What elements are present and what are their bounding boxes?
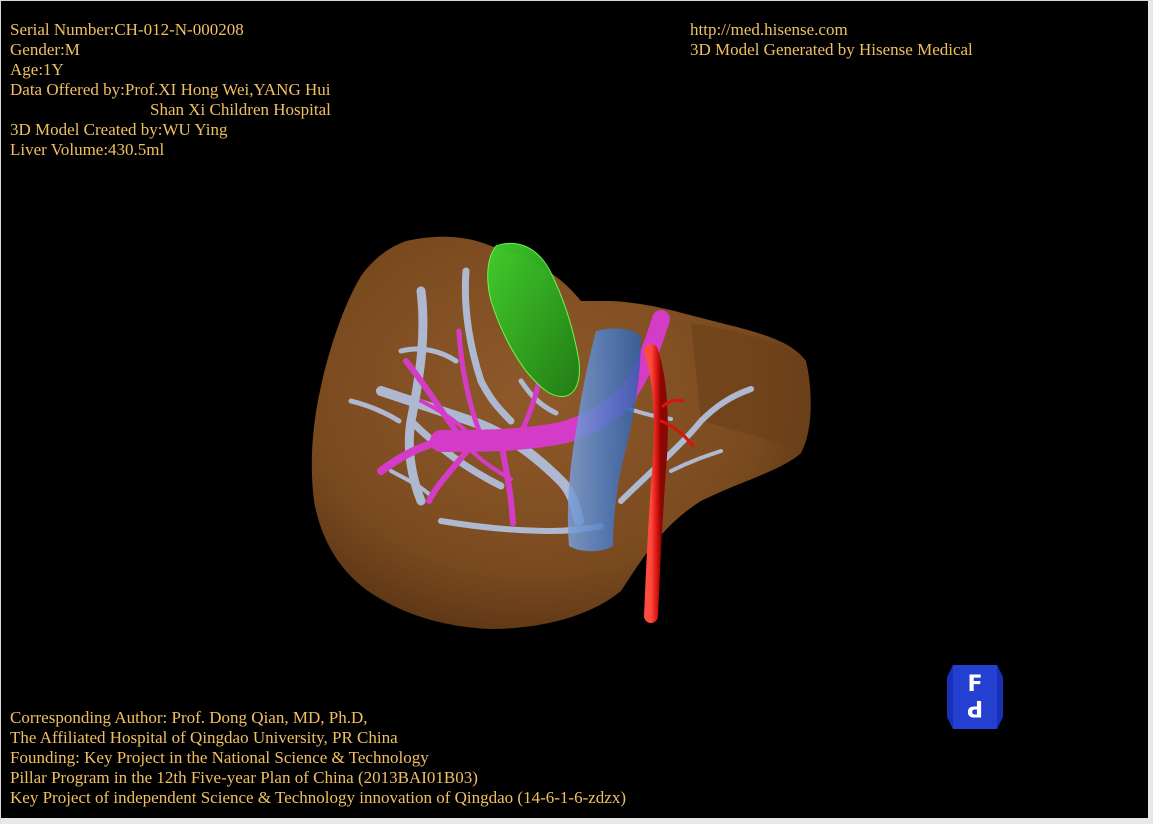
age: Age:1Y bbox=[10, 60, 64, 79]
model-created-by: 3D Model Created by:WU Ying bbox=[10, 120, 228, 139]
serial-number: Serial Number:CH-012-N-000208 bbox=[10, 20, 244, 39]
credits-block: Corresponding Author: Prof. Dong Qian, M… bbox=[10, 708, 626, 808]
patient-info-block: Serial Number:CH-012-N-000208 Gender:M A… bbox=[10, 20, 331, 160]
cube-posterior-label: P bbox=[967, 695, 983, 720]
founding: Founding: Key Project in the National Sc… bbox=[10, 748, 429, 767]
cube-front-label: F bbox=[967, 672, 982, 697]
liver-volume: Liver Volume:430.5ml bbox=[10, 140, 165, 159]
source-info-block: http://med.hisense.com 3D Model Generate… bbox=[690, 20, 973, 60]
generated-by: 3D Model Generated by Hisense Medical bbox=[690, 40, 973, 59]
pillar-program: Pillar Program in the 12th Five-year Pla… bbox=[10, 768, 478, 787]
hospital-name: Shan Xi Children Hospital bbox=[150, 100, 331, 119]
orientation-cube-icon[interactable]: F P bbox=[947, 663, 1003, 731]
corresponding-author: Corresponding Author: Prof. Dong Qian, M… bbox=[10, 708, 368, 727]
gender: Gender:M bbox=[10, 40, 80, 59]
key-project: Key Project of independent Science & Tec… bbox=[10, 788, 626, 807]
data-offered-by: Data Offered by:Prof.XI Hong Wei,YANG Hu… bbox=[10, 80, 331, 99]
source-url: http://med.hisense.com bbox=[690, 20, 848, 39]
3d-model-viewport[interactable]: Serial Number:CH-012-N-000208 Gender:M A… bbox=[0, 0, 1153, 824]
affiliation: The Affiliated Hospital of Qingdao Unive… bbox=[10, 728, 398, 747]
